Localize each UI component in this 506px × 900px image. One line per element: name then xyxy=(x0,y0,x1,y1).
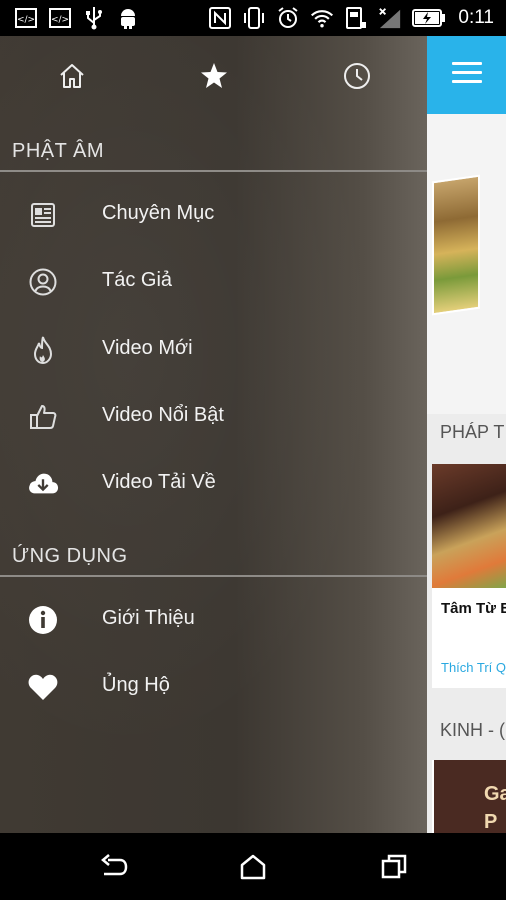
svg-text:</>: </> xyxy=(17,15,35,25)
section-title-kinh: KINH - ( xyxy=(440,720,505,740)
clock-time: 0:11 xyxy=(458,7,494,28)
drawer-tabs xyxy=(0,36,427,114)
wifi-icon xyxy=(310,6,334,30)
menu-item-label: Chuyên Mục xyxy=(102,202,215,224)
menu-item-video-tai-ve[interactable]: Video Tải Về xyxy=(0,454,427,514)
menu-item-label: Video Nổi Bật xyxy=(102,404,224,426)
recents-icon[interactable] xyxy=(378,851,410,883)
menu-item-label: Video Mới xyxy=(102,337,193,359)
home-icon[interactable] xyxy=(52,56,92,96)
user-circle-icon xyxy=(27,266,59,298)
menu-item-chuyen-muc[interactable]: Chuyên Mục xyxy=(0,185,427,245)
android-icon xyxy=(116,6,140,30)
banner-image[interactable] xyxy=(432,174,480,316)
menu-item-video-noi-bat[interactable]: Video Nổi Bật xyxy=(0,387,427,447)
flame-icon xyxy=(27,334,59,366)
no-signal-icon xyxy=(378,6,402,30)
section-header-phat-am: PHẬT ÂM xyxy=(12,140,105,162)
menu-item-label: Giới Thiệu xyxy=(102,607,195,629)
video-title: Tâm Từ B xyxy=(441,600,506,617)
menu-item-label: Video Tải Về xyxy=(102,471,216,493)
navigation-bar xyxy=(0,833,506,900)
vibrate-icon xyxy=(242,6,266,30)
video-card[interactable]: Ga P xyxy=(432,760,506,833)
menu-item-label: Tác Giả xyxy=(102,269,173,291)
section-title-phap: PHÁP T xyxy=(440,422,505,442)
battery-saver-icon xyxy=(344,6,368,30)
menu-item-tac-gia[interactable]: Tác Giả xyxy=(0,252,427,312)
back-icon[interactable] xyxy=(97,851,129,883)
video-card[interactable]: Tâm Từ B Thích Trí Q xyxy=(432,464,506,688)
video-author: Thích Trí Q xyxy=(441,660,506,675)
alarm-icon xyxy=(276,6,300,30)
code-icon: </> xyxy=(14,6,38,30)
divider xyxy=(0,575,427,577)
menu-item-gioi-thieu[interactable]: Giới Thiệu xyxy=(0,590,427,650)
nfc-icon xyxy=(208,6,232,30)
cloud-download-icon xyxy=(27,468,59,500)
battery-charging-icon xyxy=(412,6,446,30)
home-nav-icon[interactable] xyxy=(237,851,269,883)
star-icon[interactable] xyxy=(194,56,234,96)
section-header-ung-dung: ỨNG DỤNG xyxy=(12,545,128,567)
status-bar: </> </> 0:11 xyxy=(0,0,506,36)
info-icon xyxy=(27,604,59,636)
menu-item-label: Ủng Hộ xyxy=(102,674,170,696)
usb-icon xyxy=(82,6,106,30)
video-thumbnail[interactable] xyxy=(432,464,506,588)
code-icon: </> xyxy=(48,6,72,30)
divider xyxy=(0,170,427,172)
menu-icon[interactable] xyxy=(452,62,482,86)
newspaper-icon xyxy=(27,199,59,231)
menu-item-ung-ho[interactable]: Ủng Hộ xyxy=(0,657,427,717)
svg-text:</>: </> xyxy=(51,15,69,25)
thumbnail-text: Ga P xyxy=(484,783,506,833)
heart-icon xyxy=(27,671,59,703)
menu-item-video-moi[interactable]: Video Mới xyxy=(0,320,427,380)
thumbs-up-icon xyxy=(27,401,59,433)
clock-icon[interactable] xyxy=(337,56,377,96)
navigation-drawer: PHẬT ÂM Chuyên Mục Tác Giả Video Mới Vid… xyxy=(0,36,427,833)
